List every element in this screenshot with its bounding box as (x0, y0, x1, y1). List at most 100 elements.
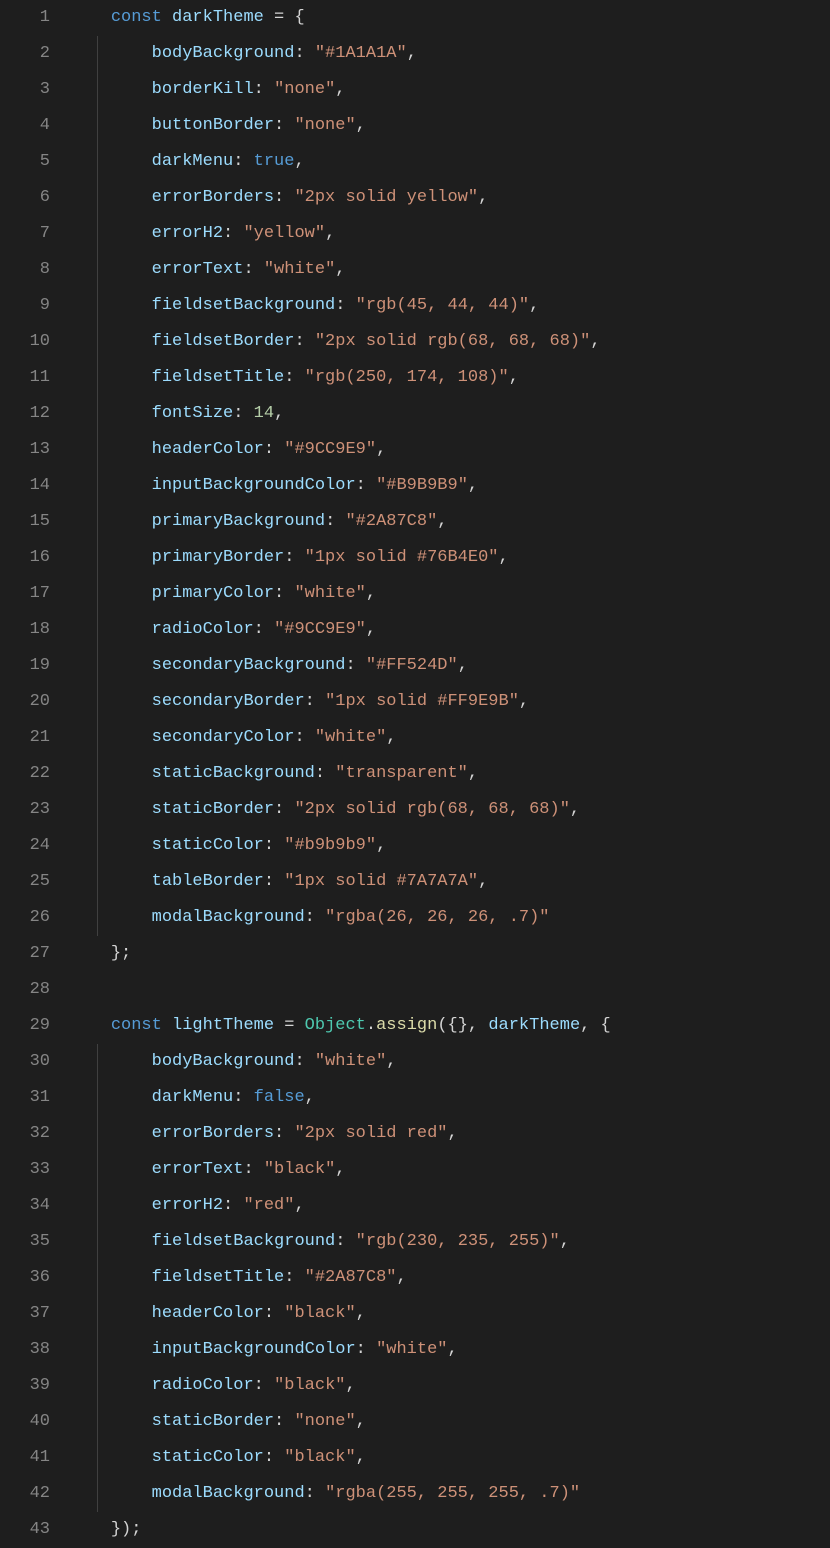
code-line[interactable] (70, 972, 830, 1008)
code-line[interactable]: staticBorder: "2px solid rgb(68, 68, 68)… (70, 792, 830, 828)
token-prop: modalBackground (152, 908, 305, 927)
code-line[interactable]: bodyBackground: "#1A1A1A", (70, 36, 830, 72)
indent-whitespace (70, 224, 152, 243)
token-pun: , (560, 1232, 570, 1251)
token-str: "#B9B9B9" (376, 476, 468, 495)
line-number: 9 (0, 288, 50, 324)
code-line[interactable]: fieldsetBackground: "rgb(45, 44, 44)", (70, 288, 830, 324)
token-str: "rgba(255, 255, 255, .7)" (325, 1484, 580, 1503)
indent-whitespace (70, 8, 111, 27)
code-line[interactable]: primaryColor: "white", (70, 576, 830, 612)
indent-guide (97, 108, 98, 144)
token-prop: primaryBackground (152, 512, 325, 531)
code-line[interactable]: }); (70, 1512, 830, 1548)
token-pun: : (264, 1448, 284, 1467)
code-line[interactable]: errorBorders: "2px solid yellow", (70, 180, 830, 216)
code-line[interactable]: primaryBackground: "#2A87C8", (70, 504, 830, 540)
code-line[interactable]: borderKill: "none", (70, 72, 830, 108)
token-pun: , (458, 656, 468, 675)
token-pun: , (335, 80, 345, 99)
line-number: 20 (0, 684, 50, 720)
token-var: darkTheme (172, 8, 264, 27)
code-line[interactable]: errorH2: "red", (70, 1188, 830, 1224)
token-prop: fieldsetBorder (152, 332, 295, 351)
code-line[interactable]: secondaryBorder: "1px solid #FF9E9B", (70, 684, 830, 720)
line-number: 1 (0, 0, 50, 36)
line-number: 34 (0, 1188, 50, 1224)
token-pun: : (284, 1268, 304, 1287)
code-line[interactable]: tableBorder: "1px solid #7A7A7A", (70, 864, 830, 900)
token-pun: , (478, 872, 488, 891)
code-area[interactable]: const darkTheme = { bodyBackground: "#1A… (70, 0, 830, 1548)
code-line[interactable]: fieldsetBorder: "2px solid rgb(68, 68, 6… (70, 324, 830, 360)
code-line[interactable]: }; (70, 936, 830, 972)
token-str: "rgb(250, 174, 108)" (305, 368, 509, 387)
indent-guide (97, 396, 98, 432)
code-line[interactable]: staticBorder: "none", (70, 1404, 830, 1440)
code-line[interactable]: staticColor: "black", (70, 1440, 830, 1476)
indent-guide (97, 1224, 98, 1260)
code-line[interactable]: fieldsetTitle: "rgb(250, 174, 108)", (70, 360, 830, 396)
code-line[interactable]: radioColor: "black", (70, 1368, 830, 1404)
code-line[interactable]: secondaryColor: "white", (70, 720, 830, 756)
indent-guide (97, 1188, 98, 1224)
code-line[interactable]: inputBackgroundColor: "#B9B9B9", (70, 468, 830, 504)
code-line[interactable]: fieldsetBackground: "rgb(230, 235, 255)"… (70, 1224, 830, 1260)
token-prop: modalBackground (152, 1484, 305, 1503)
code-line[interactable]: secondaryBackground: "#FF524D", (70, 648, 830, 684)
token-pun: : (294, 44, 314, 63)
code-line[interactable]: darkMenu: false, (70, 1080, 830, 1116)
code-line[interactable]: modalBackground: "rgba(255, 255, 255, .7… (70, 1476, 830, 1512)
code-line[interactable]: fieldsetTitle: "#2A87C8", (70, 1260, 830, 1296)
token-prop: secondaryBackground (152, 656, 346, 675)
code-line[interactable]: staticColor: "#b9b9b9", (70, 828, 830, 864)
line-number: 27 (0, 936, 50, 972)
line-number: 43 (0, 1512, 50, 1548)
line-number: 2 (0, 36, 50, 72)
code-line[interactable]: errorBorders: "2px solid red", (70, 1116, 830, 1152)
token-prop: borderKill (152, 80, 254, 99)
indent-whitespace (70, 44, 152, 63)
token-pun: , (468, 476, 478, 495)
indent-whitespace (70, 908, 152, 927)
code-line[interactable]: const lightTheme = Object.assign({}, dar… (70, 1008, 830, 1044)
indent-whitespace (70, 584, 152, 603)
token-pun: : (305, 692, 325, 711)
code-line[interactable]: modalBackground: "rgba(26, 26, 26, .7)" (70, 900, 830, 936)
line-number: 40 (0, 1404, 50, 1440)
code-line[interactable]: errorText: "white", (70, 252, 830, 288)
indent-whitespace (70, 872, 152, 891)
token-pun: : (274, 188, 294, 207)
code-line[interactable]: buttonBorder: "none", (70, 108, 830, 144)
line-number: 41 (0, 1440, 50, 1476)
token-pun: : (264, 872, 284, 891)
token-pun: = (274, 1016, 305, 1035)
code-line[interactable]: darkMenu: true, (70, 144, 830, 180)
token-str: "white" (376, 1340, 447, 1359)
code-line[interactable]: primaryBorder: "1px solid #76B4E0", (70, 540, 830, 576)
indent-whitespace (70, 1088, 152, 1107)
code-line[interactable]: radioColor: "#9CC9E9", (70, 612, 830, 648)
code-line[interactable]: headerColor: "#9CC9E9", (70, 432, 830, 468)
code-line[interactable]: errorH2: "yellow", (70, 216, 830, 252)
code-line[interactable]: const darkTheme = { (70, 0, 830, 36)
code-editor[interactable]: 1234567891011121314151617181920212223242… (0, 0, 830, 1548)
code-line[interactable]: errorText: "black", (70, 1152, 830, 1188)
line-number: 26 (0, 900, 50, 936)
code-line[interactable]: bodyBackground: "white", (70, 1044, 830, 1080)
indent-guide (97, 180, 98, 216)
code-line[interactable]: staticBackground: "transparent", (70, 756, 830, 792)
indent-guide (97, 756, 98, 792)
token-str: "#2A87C8" (305, 1268, 397, 1287)
token-pun: , (356, 1412, 366, 1431)
indent-whitespace (70, 80, 152, 99)
token-pun: : (233, 404, 253, 423)
code-line[interactable]: fontSize: 14, (70, 396, 830, 432)
code-line[interactable]: headerColor: "black", (70, 1296, 830, 1332)
token-pun: : (233, 152, 253, 171)
code-line[interactable]: inputBackgroundColor: "white", (70, 1332, 830, 1368)
indent-guide (97, 144, 98, 180)
indent-guide (97, 1332, 98, 1368)
token-pun (162, 1016, 172, 1035)
token-str: "2px solid yellow" (294, 188, 478, 207)
